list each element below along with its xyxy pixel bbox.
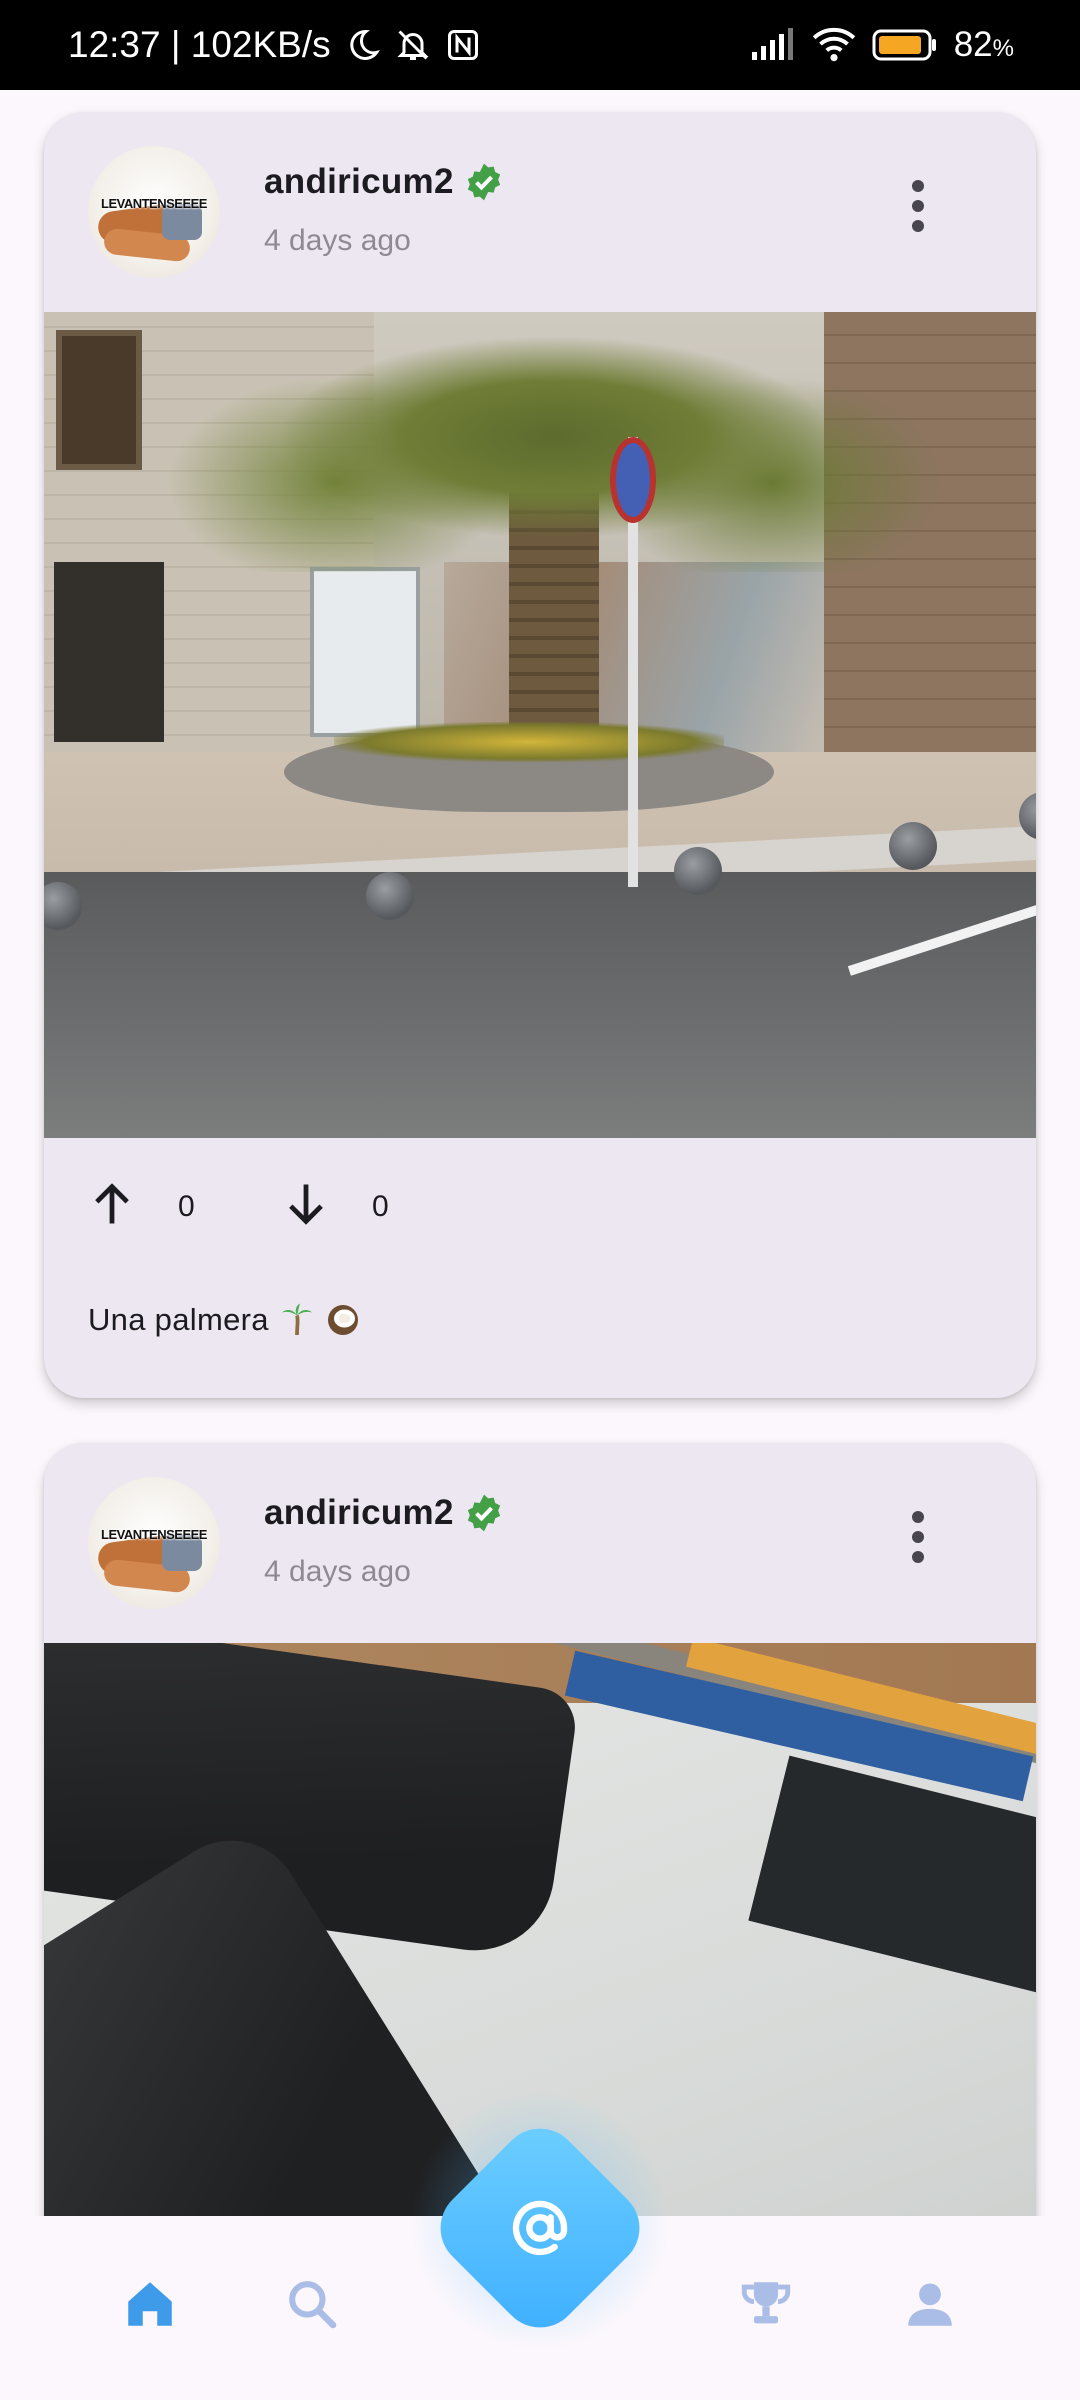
avatar-text: LEVANTENSEEEE — [101, 196, 207, 211]
battery-icon — [872, 28, 938, 62]
status-bar: 12:37 | 102KB/s 82% — [0, 0, 1080, 90]
post-timestamp: 4 days ago — [264, 224, 411, 257]
coconut-icon — [325, 1302, 361, 1338]
nav-leaderboard[interactable] — [734, 2274, 798, 2338]
more-options-button[interactable] — [900, 1499, 936, 1579]
battery-percent: 82% — [953, 25, 1014, 64]
user-row: andiricum2 — [264, 1493, 504, 1533]
home-icon — [121, 2275, 179, 2338]
post-caption: Una palmera — [88, 1302, 361, 1338]
username[interactable]: andiricum2 — [264, 162, 454, 202]
username[interactable]: andiricum2 — [264, 1493, 454, 1533]
more-options-button[interactable] — [900, 168, 936, 248]
avatar-text: LEVANTENSEEEE — [101, 1527, 207, 1542]
post-image[interactable] — [44, 312, 1036, 1138]
palm-tree-icon — [279, 1302, 315, 1338]
at-sign-icon — [508, 2196, 572, 2260]
status-right: 82% — [750, 25, 1014, 65]
post-card: LEVANTENSEEEE andiricum2 4 days ago — [44, 112, 1036, 1398]
user-row: andiricum2 — [264, 162, 504, 202]
nav-search[interactable] — [280, 2274, 344, 2338]
arrow-down-icon — [280, 1178, 332, 1235]
status-time-speed: 12:37 | 102KB/s — [68, 24, 331, 65]
nfc-icon — [445, 27, 481, 63]
post-actions: 0 0 — [44, 1138, 1036, 1258]
status-left: 12:37 | 102KB/s — [68, 24, 481, 66]
post-timestamp: 4 days ago — [264, 1555, 411, 1588]
downvote-count: 0 — [372, 1189, 389, 1223]
verified-badge-icon — [464, 1493, 504, 1533]
avatar[interactable]: LEVANTENSEEEE — [88, 146, 220, 278]
wifi-icon — [812, 27, 856, 63]
signal-icon — [750, 28, 796, 62]
upvote-count: 0 — [178, 1189, 195, 1223]
arrow-up-icon — [86, 1178, 138, 1235]
post-header: LEVANTENSEEEE andiricum2 4 days ago — [44, 112, 1036, 312]
trophy-icon — [737, 2275, 795, 2338]
more-vert-icon — [911, 179, 925, 237]
profile-icon — [901, 2275, 959, 2338]
bell-off-icon — [395, 27, 431, 63]
avatar[interactable]: LEVANTENSEEEE — [88, 1477, 220, 1609]
verified-badge-icon — [464, 162, 504, 202]
search-icon — [284, 2276, 340, 2337]
more-vert-icon — [911, 1510, 925, 1568]
nav-profile[interactable] — [898, 2274, 962, 2338]
downvote-button[interactable]: 0 — [280, 1178, 389, 1235]
caption-text: Una palmera — [88, 1302, 269, 1337]
nav-home[interactable] — [118, 2274, 182, 2338]
moon-icon — [345, 27, 381, 63]
post-header: LEVANTENSEEEE andiricum2 4 days ago — [44, 1443, 1036, 1643]
upvote-button[interactable]: 0 — [86, 1178, 195, 1235]
